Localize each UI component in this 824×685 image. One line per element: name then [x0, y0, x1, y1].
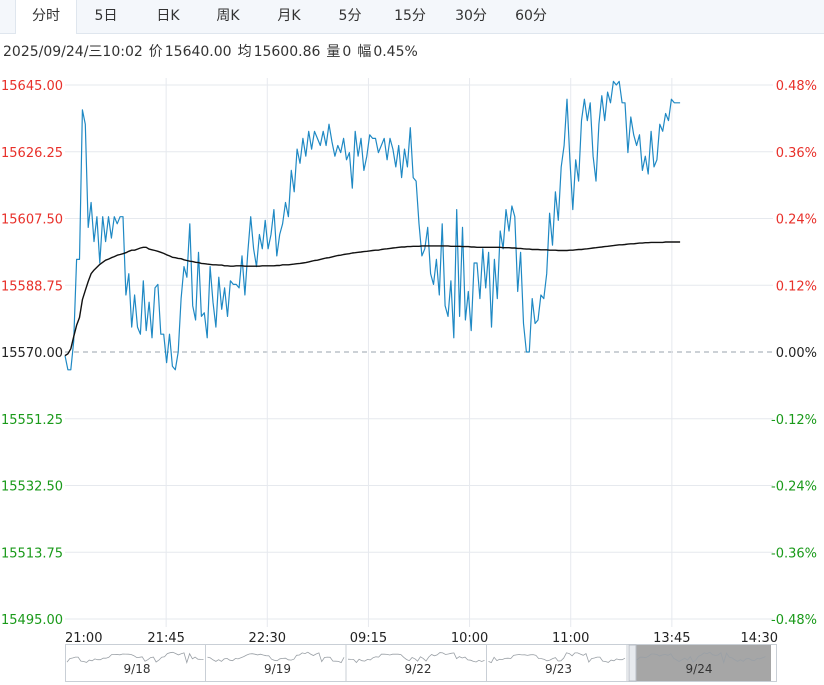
tab-60min[interactable]: 60分 — [503, 0, 559, 33]
avg-value: 15600.86 — [253, 44, 321, 60]
volume-label: 量 — [326, 44, 341, 60]
navigator-date-label: 9/22 — [405, 662, 432, 676]
quote-info-bar: 2025/09/24/三10:02 价 15640.00 均 15600.86 量 0 幅 0.… — [3, 41, 424, 61]
grid-lines — [65, 78, 773, 627]
y-tick-left: 15607.50 — [1, 213, 63, 228]
y-tick-right: -0.36% — [771, 546, 817, 561]
price-label: 价 — [148, 44, 163, 60]
y-axis-right: 0.48% 0.36% 0.24% 0.12% 0.00% -0.12% -0.24% -0.… — [771, 79, 817, 628]
period-tabs: 分时 5日 日K 周K 月K 5分 15分 30分 60分 — [0, 0, 824, 34]
tab-weekly-k[interactable]: 周K — [200, 0, 256, 33]
y-tick-left: 15645.00 — [1, 79, 63, 94]
navigator-date-label: 9/18 — [124, 662, 151, 676]
tab-intraday[interactable]: 分时 — [15, 0, 77, 34]
y-tick-right: 0.48% — [776, 79, 817, 94]
y-axis-left: 15645.00 15626.25 15607.50 15588.75 15570.00… — [1, 79, 63, 628]
tab-5day[interactable]: 5日 — [78, 0, 134, 33]
y-tick-right: 0.12% — [776, 279, 817, 294]
y-tick-right: 0.00% — [776, 346, 817, 361]
tab-30min[interactable]: 30分 — [443, 0, 499, 33]
y-tick-left: 15570.00 — [1, 346, 63, 361]
average-price-line — [64, 241, 681, 357]
amplitude-value: 0.45% — [373, 44, 418, 60]
price-value: 15640.00 — [164, 44, 232, 60]
y-tick-right: -0.24% — [771, 480, 817, 495]
y-tick-right: 0.24% — [776, 213, 817, 228]
date-navigator[interactable]: 9/18 9/19 9/22 9/23 9/24 — [65, 644, 777, 682]
y-tick-left: 15495.00 — [1, 613, 63, 628]
price-line — [64, 80, 681, 371]
y-tick-left: 15551.25 — [1, 413, 63, 428]
tab-daily-k[interactable]: 日K — [140, 0, 196, 33]
intraday-chart: 15645.00 15626.25 15607.50 15588.75 15570.00… — [1, 78, 817, 646]
tab-5min[interactable]: 5分 — [322, 0, 378, 33]
tab-monthly-k[interactable]: 月K — [261, 0, 317, 33]
volume-value: 0 — [342, 44, 352, 60]
navigator-date-label: 9/19 — [264, 662, 291, 676]
y-tick-right: 0.36% — [776, 146, 817, 161]
amplitude-label: 幅 — [357, 44, 372, 60]
y-tick-left: 15626.25 — [1, 146, 63, 161]
y-tick-right: -0.48% — [771, 613, 817, 628]
tab-15min[interactable]: 15分 — [382, 0, 438, 33]
avg-label: 均 — [237, 44, 252, 60]
y-tick-left: 15532.50 — [1, 480, 63, 495]
y-tick-left: 15588.75 — [1, 279, 63, 294]
navigator-date-label: 9/24 — [686, 662, 713, 676]
y-tick-right: -0.12% — [771, 413, 817, 428]
series-layer — [64, 80, 681, 371]
y-tick-left: 15513.75 — [1, 546, 63, 561]
navigator-date-label: 9/23 — [545, 662, 572, 676]
quote-datetime: 2025/09/24/三10:02 — [3, 44, 143, 60]
navigator-handle — [628, 644, 637, 682]
